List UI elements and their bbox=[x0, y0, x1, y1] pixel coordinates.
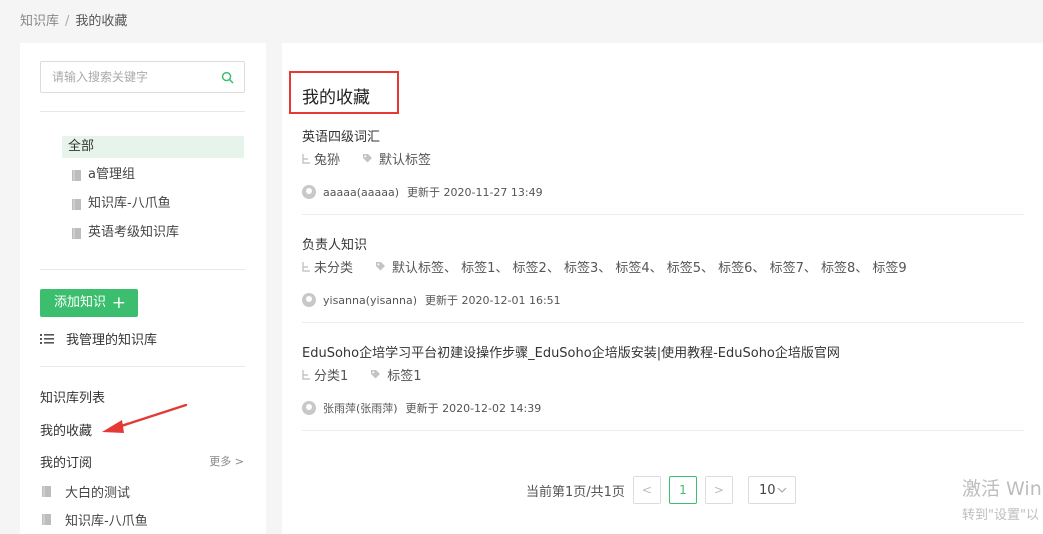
entry-updated: 更新于 2020-12-02 14:39 bbox=[405, 402, 542, 415]
divider bbox=[40, 366, 245, 367]
category-icon bbox=[302, 261, 310, 272]
page-title: 我的收藏 bbox=[302, 88, 370, 108]
breadcrumb: 知识库 / 我的收藏 bbox=[20, 10, 127, 29]
avatar bbox=[302, 185, 316, 199]
entry-category: 未分类 bbox=[314, 261, 354, 276]
divider bbox=[302, 214, 1024, 215]
entry-author: 张雨萍(张雨萍) bbox=[323, 402, 398, 415]
add-knowledge-label: 添加知识 bbox=[54, 295, 107, 310]
tree-item[interactable]: 知识库-八爪鱼 bbox=[72, 194, 171, 214]
managed-libraries-label: 我管理的知识库 bbox=[66, 333, 158, 348]
page-button-current[interactable]: 1 bbox=[668, 476, 697, 504]
search-box bbox=[40, 61, 245, 93]
tree-item-all[interactable]: 全部 bbox=[62, 136, 244, 158]
activation-watermark: 激活 Win 转到"设置"以 bbox=[962, 474, 1042, 523]
subscriptions-link[interactable]: 我的订阅 bbox=[40, 452, 92, 471]
book-icon bbox=[72, 169, 81, 181]
breadcrumb-separator: / bbox=[65, 14, 70, 29]
chevron-down-icon bbox=[778, 487, 787, 493]
search-icon[interactable] bbox=[221, 71, 234, 84]
page-size-value: 10 bbox=[758, 482, 776, 498]
category-icon bbox=[302, 153, 310, 164]
entry-tags: 默认标签 bbox=[379, 153, 432, 168]
divider bbox=[302, 322, 1024, 323]
tree-item-label: 知识库-八爪鱼 bbox=[88, 196, 171, 211]
entry-tags: 默认标签、 标签1、 标签2、 标签3、 标签4、 标签5、 标签6、 标签7、… bbox=[392, 261, 907, 276]
tree-item-label: a管理组 bbox=[88, 167, 135, 182]
managed-libraries-link[interactable]: 我管理的知识库 bbox=[40, 329, 157, 348]
book-icon bbox=[72, 198, 81, 210]
entry-author: aaaaa(aaaaa) bbox=[323, 185, 399, 199]
next-page-button[interactable]: > bbox=[704, 476, 733, 504]
watermark-line1: 激活 Win bbox=[962, 478, 1042, 500]
avatar bbox=[302, 401, 316, 415]
sidebar: 全部 a管理组 知识库-八爪鱼 英语考级知识库 添加知识 + 我管理的知识库 知… bbox=[20, 43, 266, 534]
entry-title[interactable]: 英语四级词汇 bbox=[302, 126, 1024, 145]
entry-author: yisanna(yisanna) bbox=[323, 293, 418, 307]
entry-title[interactable]: EduSoho企培学习平台初建设操作步骤_EduSoho企培版安装|使用教程-E… bbox=[302, 342, 1024, 361]
entry-meta: 未分类 默认标签、 标签1、 标签2、 标签3、 标签4、 标签5、 标签6、 … bbox=[302, 257, 1024, 276]
category-icon bbox=[302, 369, 310, 380]
watermark-line2: 转到"设置"以 bbox=[962, 508, 1039, 523]
tag-icon bbox=[376, 262, 386, 271]
tag-icon bbox=[371, 370, 381, 379]
subscription-item[interactable]: 大白的测试 bbox=[42, 482, 130, 501]
tree-item-label: 英语考级知识库 bbox=[88, 225, 180, 240]
book-icon bbox=[42, 514, 51, 525]
divider bbox=[302, 430, 1024, 431]
prev-page-button[interactable]: < bbox=[632, 476, 661, 504]
entry-category: 兔狲 bbox=[314, 153, 341, 168]
more-link[interactable]: 更多 > bbox=[209, 453, 244, 469]
entry-meta: 兔狲 默认标签 bbox=[302, 149, 1024, 168]
entry-title[interactable]: 负责人知识 bbox=[302, 234, 1024, 253]
subscription-item[interactable]: 知识库-八爪鱼 bbox=[42, 510, 148, 529]
entry-author-line: aaaaa(aaaaa) 更新于 2020-11-27 13:49 bbox=[302, 184, 1024, 200]
list-item: 英语四级词汇 兔狲 默认标签 aaaaa(aaaaa) 更新于 2020-11-… bbox=[302, 126, 1024, 200]
library-list-link[interactable]: 知识库列表 bbox=[40, 387, 105, 406]
pagination: 当前第1页/共1页 < 1 > 10 bbox=[526, 476, 796, 504]
tree-item[interactable]: a管理组 bbox=[72, 165, 135, 185]
add-knowledge-button[interactable]: 添加知识 + bbox=[40, 289, 138, 317]
list-item: 负责人知识 未分类 默认标签、 标签1、 标签2、 标签3、 标签4、 标签5、… bbox=[302, 234, 1024, 308]
list-icon bbox=[40, 333, 54, 344]
page-size-select[interactable]: 10 bbox=[747, 476, 796, 504]
divider bbox=[40, 111, 245, 112]
subscription-item-label: 知识库-八爪鱼 bbox=[65, 514, 148, 529]
entry-updated: 更新于 2020-11-27 13:49 bbox=[407, 186, 543, 199]
annotation-arrow bbox=[102, 403, 188, 433]
subscription-item-label: 大白的测试 bbox=[65, 486, 131, 501]
breadcrumb-current: 我的收藏 bbox=[75, 14, 128, 29]
tree-item[interactable]: 英语考级知识库 bbox=[72, 223, 179, 243]
entry-author-line: 张雨萍(张雨萍) 更新于 2020-12-02 14:39 bbox=[302, 400, 1024, 416]
breadcrumb-root[interactable]: 知识库 bbox=[20, 14, 59, 29]
avatar bbox=[302, 293, 316, 307]
favorites-link[interactable]: 我的收藏 bbox=[40, 420, 92, 439]
search-input[interactable] bbox=[41, 62, 211, 92]
entry-tags: 标签1 bbox=[387, 369, 422, 384]
list-item: EduSoho企培学习平台初建设操作步骤_EduSoho企培版安装|使用教程-E… bbox=[302, 342, 1024, 416]
entry-meta: 分类1 标签1 bbox=[302, 365, 1024, 384]
tag-icon bbox=[363, 154, 373, 163]
book-icon bbox=[72, 227, 81, 239]
entry-author-line: yisanna(yisanna) 更新于 2020-12-01 16:51 bbox=[302, 292, 1024, 308]
divider bbox=[40, 269, 245, 270]
pagination-info: 当前第1页/共1页 bbox=[526, 484, 625, 500]
book-icon bbox=[42, 486, 51, 497]
entry-updated: 更新于 2020-12-01 16:51 bbox=[425, 294, 561, 307]
plus-icon: + bbox=[111, 293, 126, 313]
main-panel: 我的收藏 英语四级词汇 兔狲 默认标签 aaaaa(aaaaa) 更新于 202… bbox=[282, 43, 1043, 534]
entry-category: 分类1 bbox=[314, 369, 349, 384]
